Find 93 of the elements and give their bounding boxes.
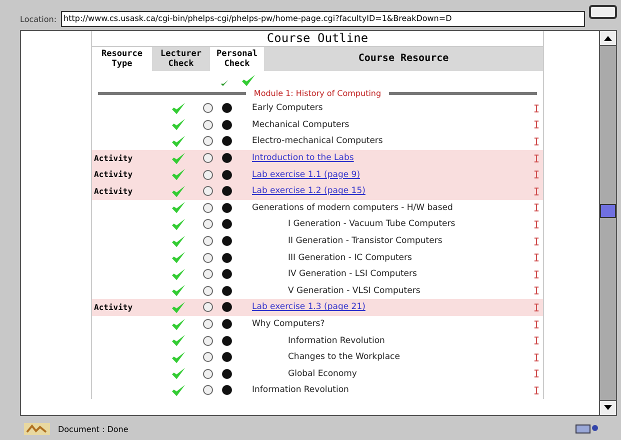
info-icon[interactable] <box>534 286 538 296</box>
radio-button[interactable] <box>202 219 212 230</box>
column-header: Personal Check <box>216 48 258 71</box>
info-icon[interactable] <box>534 186 538 196</box>
component-icon[interactable] <box>575 423 599 435</box>
resource-title: Information Revolution <box>252 385 349 396</box>
radio-button[interactable] <box>222 103 232 114</box>
info-icon[interactable] <box>534 104 538 113</box>
column-header: Resource Type <box>100 48 144 71</box>
resource-title: Generations of modern computers - H/W based <box>252 202 453 213</box>
radio-button[interactable] <box>222 170 232 180</box>
resource-link[interactable]: Lab exercise 1.2 (page 15) <box>252 186 366 196</box>
resource-type: Activity <box>94 154 133 163</box>
radio-button[interactable] <box>202 352 212 362</box>
scroll-down-icon[interactable] <box>600 400 616 415</box>
radio-button[interactable] <box>222 252 232 263</box>
radio-button[interactable] <box>202 286 212 296</box>
info-icon[interactable] <box>534 336 538 346</box>
radio-button[interactable] <box>222 319 232 330</box>
resource-title: V Generation - VLSI Computers <box>288 286 420 296</box>
info-icon[interactable] <box>534 236 538 246</box>
radio-button[interactable] <box>202 269 212 280</box>
radio-button[interactable] <box>202 319 212 330</box>
resource-title: IV Generation - LSI Computers <box>288 269 417 280</box>
checkmark-icon <box>220 79 229 87</box>
radio-button[interactable] <box>222 219 232 230</box>
resource-link[interactable]: Lab exercise 1.1 (page 9) <box>252 170 360 180</box>
info-icon[interactable] <box>534 136 538 146</box>
info-icon[interactable] <box>534 302 538 312</box>
info-icon[interactable] <box>534 253 538 262</box>
resource-link[interactable]: Introduction to the Labs <box>252 153 354 164</box>
radio-button[interactable] <box>222 286 232 296</box>
radio-button[interactable] <box>202 385 212 396</box>
radio-button[interactable] <box>222 136 232 146</box>
resource-link[interactable]: Lab exercise 1.3 (page 21) <box>252 302 366 312</box>
radio-button[interactable] <box>202 236 212 246</box>
resource-title: Information Revolution <box>288 336 385 346</box>
radio-button[interactable] <box>202 153 212 164</box>
scroll-thumb[interactable] <box>600 204 616 218</box>
resource-title: III Generation - IC Computers <box>288 252 412 263</box>
info-icon[interactable] <box>534 270 538 279</box>
radio-button[interactable] <box>202 120 212 130</box>
radio-button[interactable] <box>202 170 212 180</box>
radio-button[interactable] <box>202 252 212 263</box>
resource-title: II Generation - Transistor Computers <box>288 236 442 246</box>
radio-button[interactable] <box>222 302 232 312</box>
resource-title: Why Computers? <box>252 319 325 330</box>
resource-title: Changes to the Workplace <box>288 352 400 362</box>
radio-button[interactable] <box>222 352 232 362</box>
radio-button[interactable] <box>222 385 232 396</box>
resource-title: Electro-mechanical Computers <box>252 136 383 146</box>
info-icon[interactable] <box>534 386 538 395</box>
resource-title: I Generation - Vacuum Tube Computers <box>288 219 456 230</box>
security-icon[interactable] <box>24 423 50 435</box>
resource-title: Mechanical Computers <box>252 120 350 130</box>
radio-button[interactable] <box>222 202 232 213</box>
info-icon[interactable] <box>534 154 538 163</box>
radio-button[interactable] <box>222 269 232 280</box>
resource-title: Early Computers <box>252 103 323 114</box>
info-icon[interactable] <box>534 120 538 130</box>
radio-button[interactable] <box>222 336 232 346</box>
info-icon[interactable] <box>534 203 538 212</box>
radio-button[interactable] <box>222 153 232 164</box>
radio-button[interactable] <box>222 236 232 246</box>
status-text: Document : Done <box>58 424 130 434</box>
info-icon[interactable] <box>534 369 538 378</box>
info-icon[interactable] <box>534 352 538 362</box>
scrollbar[interactable] <box>599 31 616 415</box>
resource-title: Global Economy <box>288 368 357 379</box>
info-icon[interactable] <box>534 170 538 180</box>
resource-type: Activity <box>94 186 133 196</box>
radio-button[interactable] <box>202 186 212 196</box>
checkmark-icon <box>241 74 256 87</box>
module-heading: Module 1: History of Computing <box>254 89 382 98</box>
column-header: Course Resource <box>264 47 543 71</box>
scroll-up-icon[interactable] <box>600 31 616 46</box>
column-header: Lecturer Check <box>152 47 210 71</box>
radio-button[interactable] <box>202 368 212 379</box>
radio-button[interactable] <box>202 202 212 213</box>
radio-button[interactable] <box>202 136 212 146</box>
window-button[interactable] <box>589 5 617 19</box>
resource-type: Activity <box>94 302 133 312</box>
radio-button[interactable] <box>222 120 232 130</box>
location-label: Location: <box>20 14 57 24</box>
radio-button[interactable] <box>202 336 212 346</box>
radio-button[interactable] <box>222 186 232 196</box>
resource-type: Activity <box>94 170 133 180</box>
radio-button[interactable] <box>202 103 212 114</box>
radio-button[interactable] <box>222 368 232 379</box>
info-icon[interactable] <box>534 320 538 329</box>
radio-button[interactable] <box>202 302 212 312</box>
location-field[interactable]: http://www.cs.usask.ca/cgi-bin/phelps-cgi/phelps-pw/home-page.cgi?facultyID=1&BreakDown=D <box>60 11 585 27</box>
info-icon[interactable] <box>534 220 538 229</box>
